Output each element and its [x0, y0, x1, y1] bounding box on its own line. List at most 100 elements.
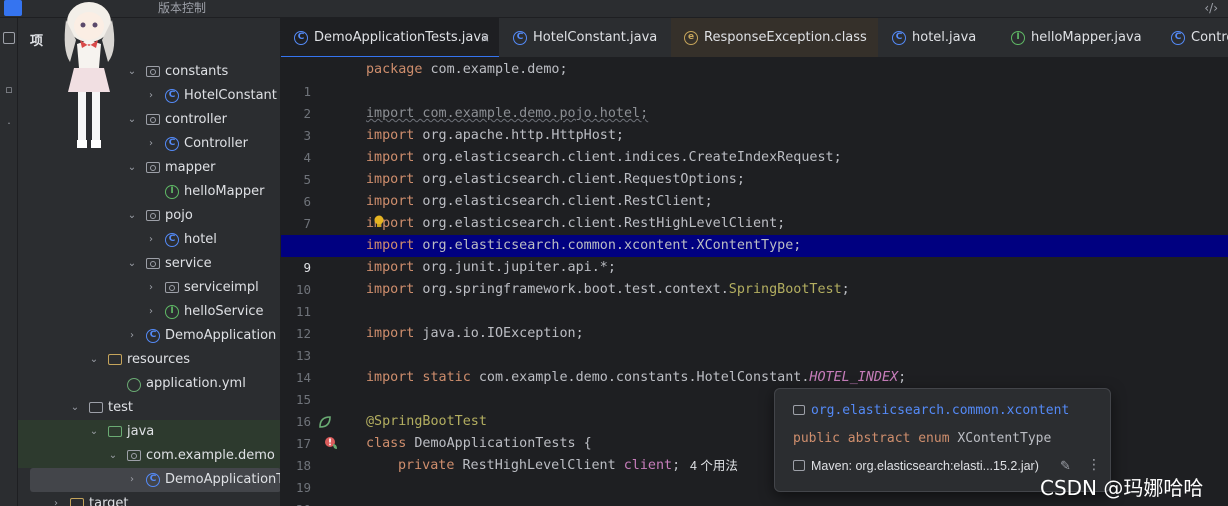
class-icon: C [165, 233, 179, 247]
code-text: import org.apache.http.HttpHost; [366, 128, 624, 143]
code-line[interactable]: 12 [281, 301, 1228, 341]
project-tool-icon[interactable] [3, 32, 15, 44]
code-text: import org.elasticsearch.client.RequestO… [366, 172, 745, 187]
code-line[interactable]: 13 import java.io.IOException; [281, 323, 1228, 363]
tab-hellomapper[interactable]: I helloMapper.java [998, 18, 1155, 57]
code-text: import org.elasticsearch.common.xcontent… [366, 238, 802, 253]
project-panel-title: 项 [30, 34, 44, 49]
tree-item-label: helloService [184, 304, 264, 319]
chevron-right-icon[interactable]: › [126, 468, 138, 492]
run-test-icon[interactable] [324, 436, 338, 450]
tab-hotel[interactable]: C hotel.java [879, 18, 997, 57]
class-icon: C [892, 31, 906, 45]
annotation-text: @SpringBootTest [366, 414, 487, 429]
lightbulb-icon[interactable] [373, 215, 385, 229]
chevron-down-icon[interactable]: ⌄ [126, 252, 138, 276]
chevron-right-icon[interactable]: › [145, 228, 157, 252]
tree-item-label: com.example.demo [146, 448, 275, 463]
interface-icon: I [1011, 31, 1025, 45]
tree-item-com-example-demo[interactable]: ⌄ com.example.demo [18, 444, 280, 468]
class-icon: C [1171, 31, 1185, 45]
code-line[interactable]: 14 [281, 345, 1228, 385]
tree-item-hotel[interactable]: › C hotel [18, 228, 280, 252]
chevron-down-icon[interactable]: ⌄ [88, 348, 100, 372]
code-text: class DemoApplicationTests { [366, 436, 592, 451]
app-logo-icon [4, 0, 22, 16]
code-line[interactable]: 7 import org.elasticsearch.client.RestCl… [281, 191, 1228, 231]
tree-item-demoapplicationtests[interactable]: › C DemoApplicationTe [30, 468, 281, 492]
code-line[interactable]: 1 package com.example.demo; [281, 59, 1228, 99]
chevron-right-icon[interactable]: › [145, 84, 157, 108]
close-icon[interactable]: × [480, 18, 490, 57]
tool-window-strip: ▫ · [0, 18, 18, 506]
tab-controller[interactable]: C Contro [1156, 18, 1228, 57]
chevron-right-icon[interactable]: › [145, 276, 157, 300]
tree-item-helloservice[interactable]: › I helloService [18, 300, 280, 324]
code-text: import org.elasticsearch.client.RestHigh… [366, 216, 786, 231]
code-line[interactable]: 15 import static com.example.demo.consta… [281, 367, 1228, 407]
watermark: CSDN @玛娜哈哈 [1040, 476, 1204, 500]
code-line[interactable]: 11 import org.springframework.boot.test.… [281, 279, 1228, 319]
tree-item-resources[interactable]: ⌄ resources [18, 348, 280, 372]
chevron-right-icon[interactable]: › [145, 132, 157, 156]
tree-item-label: Controller [184, 136, 248, 151]
title-bar: 版本控制 ‹/› [0, 0, 1228, 18]
line-number: 20 [281, 499, 311, 506]
popup-maven-source[interactable]: Maven: org.elasticsearch:elasti...15.2.j… [793, 459, 1039, 473]
tab-label: ResponseException.class [704, 30, 867, 45]
more-options-icon[interactable]: ⋮ [1087, 457, 1101, 473]
more-tools-icon[interactable]: · [3, 118, 15, 130]
tab-label: hotel.java [912, 30, 977, 45]
test-folder-icon [108, 426, 122, 437]
tree-item-serviceimpl[interactable]: › serviceimpl [18, 276, 280, 300]
package-icon [146, 162, 160, 173]
tree-item-java[interactable]: ⌄ java [18, 420, 280, 444]
tree-item-label: constants [165, 64, 229, 79]
chevron-down-icon[interactable]: ⌄ [126, 204, 138, 228]
tree-item-label: service [165, 256, 212, 271]
code-line-current[interactable]: 9 import org.elasticsearch.common.xconte… [281, 235, 1228, 275]
code-line[interactable]: 10 import org.junit.jupiter.api.*; [281, 257, 1228, 297]
chevron-down-icon[interactable]: ⌄ [107, 444, 119, 468]
code-line[interactable]: 3 import com.example.demo.pojo.hotel; [281, 103, 1228, 143]
chevron-down-icon[interactable]: ⌄ [69, 396, 81, 420]
tree-item-pojo[interactable]: ⌄ pojo [18, 204, 280, 228]
chevron-right-icon[interactable]: › [126, 324, 138, 348]
code-text: import static com.example.demo.constants… [366, 370, 907, 385]
tree-item-mapper[interactable]: ⌄ mapper [18, 156, 280, 180]
interface-icon: I [165, 305, 179, 319]
code-line[interactable]: 8 import org.elasticsearch.client.RestHi… [281, 213, 1228, 253]
tree-item-label: DemoApplication [165, 328, 277, 343]
code-line[interactable]: 6 import org.elasticsearch.client.Reques… [281, 169, 1228, 209]
project-title[interactable]: 版本控制 [158, 0, 206, 16]
tree-item-label: HotelConstant [184, 88, 277, 103]
tree-item-hellomapper[interactable]: I helloMapper [18, 180, 280, 204]
tab-hotelconstant[interactable]: C HotelConstant.java [500, 18, 670, 57]
package-icon [146, 210, 160, 221]
code-line[interactable]: 2 [281, 81, 1228, 121]
popup-package[interactable]: org.elasticsearch.common.xcontent [793, 403, 1069, 418]
code-text: import org.elasticsearch.client.RestClie… [366, 194, 713, 209]
tree-item-demoapplication[interactable]: › C DemoApplication [18, 324, 280, 348]
structure-tool-icon[interactable]: ▫ [3, 84, 15, 96]
spring-leaf-icon[interactable] [318, 415, 332, 429]
spring-class-icon: C [146, 473, 160, 487]
code-line[interactable]: 5 import org.elasticsearch.client.indice… [281, 147, 1228, 187]
chevron-right-icon[interactable]: › [50, 492, 62, 506]
tree-item-service[interactable]: ⌄ service [18, 252, 280, 276]
tree-item-label: DemoApplicationTe [165, 472, 281, 487]
tree-item-target[interactable]: › target [18, 492, 280, 506]
code-text: package com.example.demo; [366, 62, 568, 77]
package-icon [127, 450, 141, 461]
chevron-down-icon[interactable]: ⌄ [88, 420, 100, 444]
usages-hint[interactable]: 4 个用法 [690, 455, 738, 477]
tree-item-test[interactable]: ⌄ test [18, 396, 280, 420]
chevron-right-icon[interactable]: › [145, 300, 157, 324]
tab-demoapplicationtests[interactable]: C DemoApplicationTests.java × [281, 18, 499, 57]
code-line[interactable]: 4 import org.apache.http.HttpHost; [281, 125, 1228, 165]
unused-import: import com.example.demo.pojo.hotel; [366, 106, 649, 121]
code-icon[interactable]: ‹/› [1204, 0, 1218, 16]
chevron-down-icon[interactable]: ⌄ [126, 156, 138, 180]
tab-responseexception[interactable]: e ResponseException.class [671, 18, 878, 57]
tree-item-application-yml[interactable]: application.yml [18, 372, 280, 396]
